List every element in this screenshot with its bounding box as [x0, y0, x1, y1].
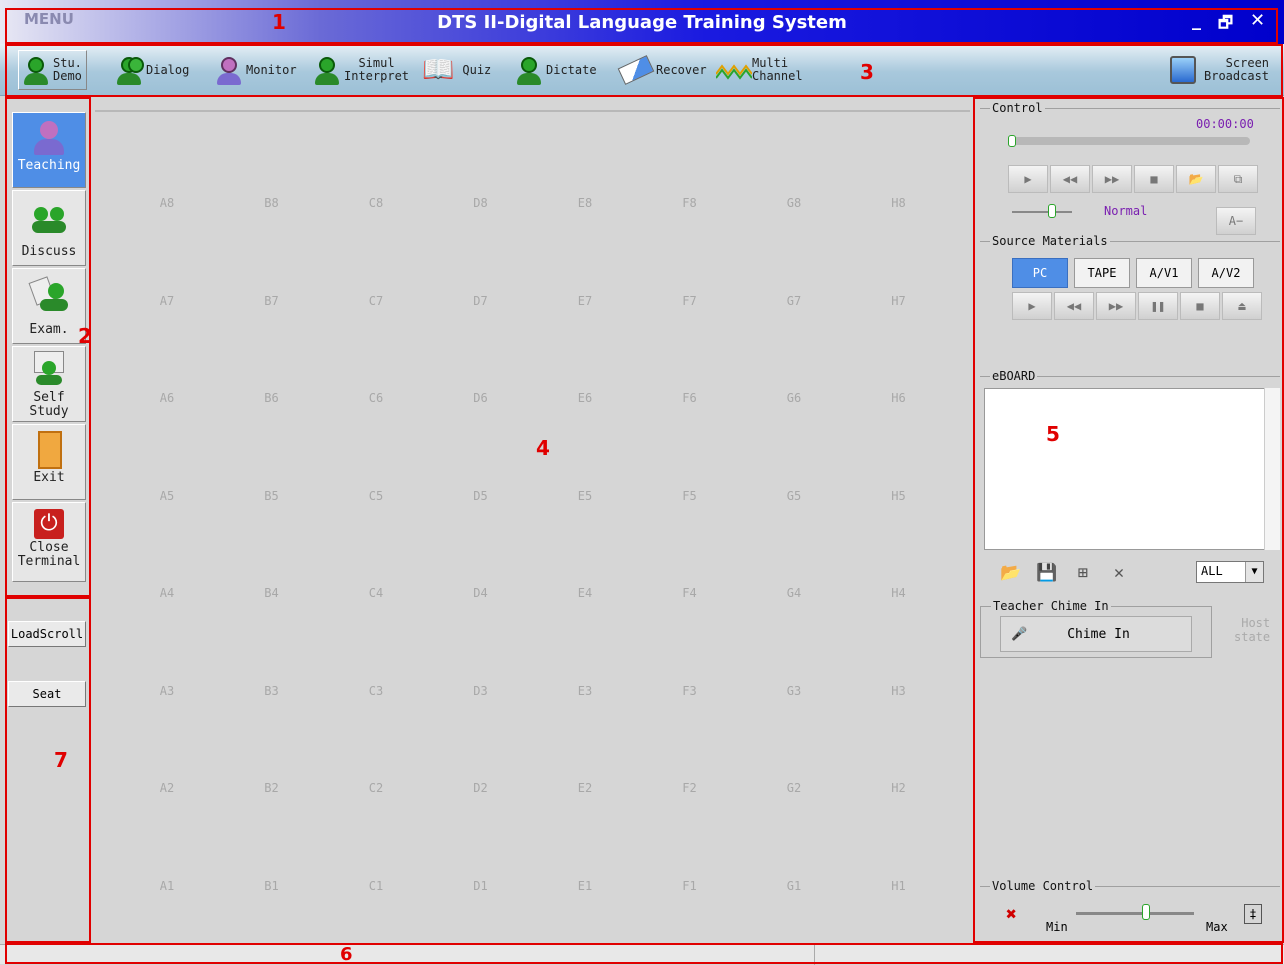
seat-grid: A8 B8 C8 D8 E8 F8 G8 H8 A7 B7 C7 D7 E7 F7 G7 H7 A6 B6 C6 D6… [95, 110, 970, 938]
seat-F6[interactable]: F6 [670, 391, 710, 405]
seat-C1[interactable]: C1 [356, 879, 396, 893]
seat-F1[interactable]: F1 [670, 879, 710, 893]
seat-F7[interactable]: F7 [670, 294, 710, 308]
annotation-label-1: 1 [272, 10, 286, 34]
seat-A7[interactable]: A7 [147, 294, 187, 308]
annotation-label-6: 6 [340, 944, 353, 965]
seat-A4[interactable]: A4 [147, 586, 187, 600]
seat-A3[interactable]: A3 [147, 684, 187, 698]
annotation-box-3 [5, 44, 1283, 97]
seat-B4[interactable]: B4 [252, 586, 292, 600]
seat-G2[interactable]: G2 [774, 781, 814, 795]
seat-G4[interactable]: G4 [774, 586, 814, 600]
seat-A2[interactable]: A2 [147, 781, 187, 795]
seat-G7[interactable]: G7 [774, 294, 814, 308]
seat-D3[interactable]: D3 [461, 684, 501, 698]
seat-G1[interactable]: G1 [774, 879, 814, 893]
annotation-box-6 [5, 943, 1283, 964]
seat-F2[interactable]: F2 [670, 781, 710, 795]
annotation-label-4: 4 [536, 436, 550, 460]
seat-C3[interactable]: C3 [356, 684, 396, 698]
seat-A8[interactable]: A8 [147, 196, 187, 210]
seat-E4[interactable]: E4 [565, 586, 605, 600]
seat-E3[interactable]: E3 [565, 684, 605, 698]
seat-F3[interactable]: F3 [670, 684, 710, 698]
seat-H6[interactable]: H6 [879, 391, 919, 405]
seat-F8[interactable]: F8 [670, 196, 710, 210]
seat-H3[interactable]: H3 [879, 684, 919, 698]
seat-A6[interactable]: A6 [147, 391, 187, 405]
seat-D1[interactable]: D1 [461, 879, 501, 893]
seat-C4[interactable]: C4 [356, 586, 396, 600]
seat-D4[interactable]: D4 [461, 586, 501, 600]
seat-D7[interactable]: D7 [461, 294, 501, 308]
seat-F4[interactable]: F4 [670, 586, 710, 600]
annotation-label-2: 2 [78, 324, 92, 348]
annotation-label-7: 7 [54, 748, 68, 772]
seat-E2[interactable]: E2 [565, 781, 605, 795]
seat-C2[interactable]: C2 [356, 781, 396, 795]
seat-E8[interactable]: E8 [565, 196, 605, 210]
seat-G3[interactable]: G3 [774, 684, 814, 698]
seat-B2[interactable]: B2 [252, 781, 292, 795]
seat-G5[interactable]: G5 [774, 489, 814, 503]
annotation-box-7 [5, 597, 91, 943]
annotation-box-5 [973, 97, 1284, 943]
seat-C8[interactable]: C8 [356, 196, 396, 210]
seat-G6[interactable]: G6 [774, 391, 814, 405]
seat-B3[interactable]: B3 [252, 684, 292, 698]
seat-B1[interactable]: B1 [252, 879, 292, 893]
seat-H1[interactable]: H1 [879, 879, 919, 893]
seat-D8[interactable]: D8 [461, 196, 501, 210]
annotation-label-5: 5 [1046, 422, 1060, 446]
seat-B7[interactable]: B7 [252, 294, 292, 308]
seat-C7[interactable]: C7 [356, 294, 396, 308]
seat-H2[interactable]: H2 [879, 781, 919, 795]
seat-D5[interactable]: D5 [461, 489, 501, 503]
seat-C5[interactable]: C5 [356, 489, 396, 503]
annotation-label-3: 3 [860, 60, 874, 84]
seat-E6[interactable]: E6 [565, 391, 605, 405]
seat-B8[interactable]: B8 [252, 196, 292, 210]
seat-E1[interactable]: E1 [565, 879, 605, 893]
seat-E5[interactable]: E5 [565, 489, 605, 503]
seat-H7[interactable]: H7 [879, 294, 919, 308]
seat-F5[interactable]: F5 [670, 489, 710, 503]
seat-H4[interactable]: H4 [879, 586, 919, 600]
seat-H5[interactable]: H5 [879, 489, 919, 503]
seat-D6[interactable]: D6 [461, 391, 501, 405]
seat-H8[interactable]: H8 [879, 196, 919, 210]
seat-D2[interactable]: D2 [461, 781, 501, 795]
seat-B5[interactable]: B5 [252, 489, 292, 503]
seat-G8[interactable]: G8 [774, 196, 814, 210]
seat-E7[interactable]: E7 [565, 294, 605, 308]
seat-C6[interactable]: C6 [356, 391, 396, 405]
seat-B6[interactable]: B6 [252, 391, 292, 405]
annotation-box-1 [5, 8, 1278, 44]
seat-A1[interactable]: A1 [147, 879, 187, 893]
seat-A5[interactable]: A5 [147, 489, 187, 503]
